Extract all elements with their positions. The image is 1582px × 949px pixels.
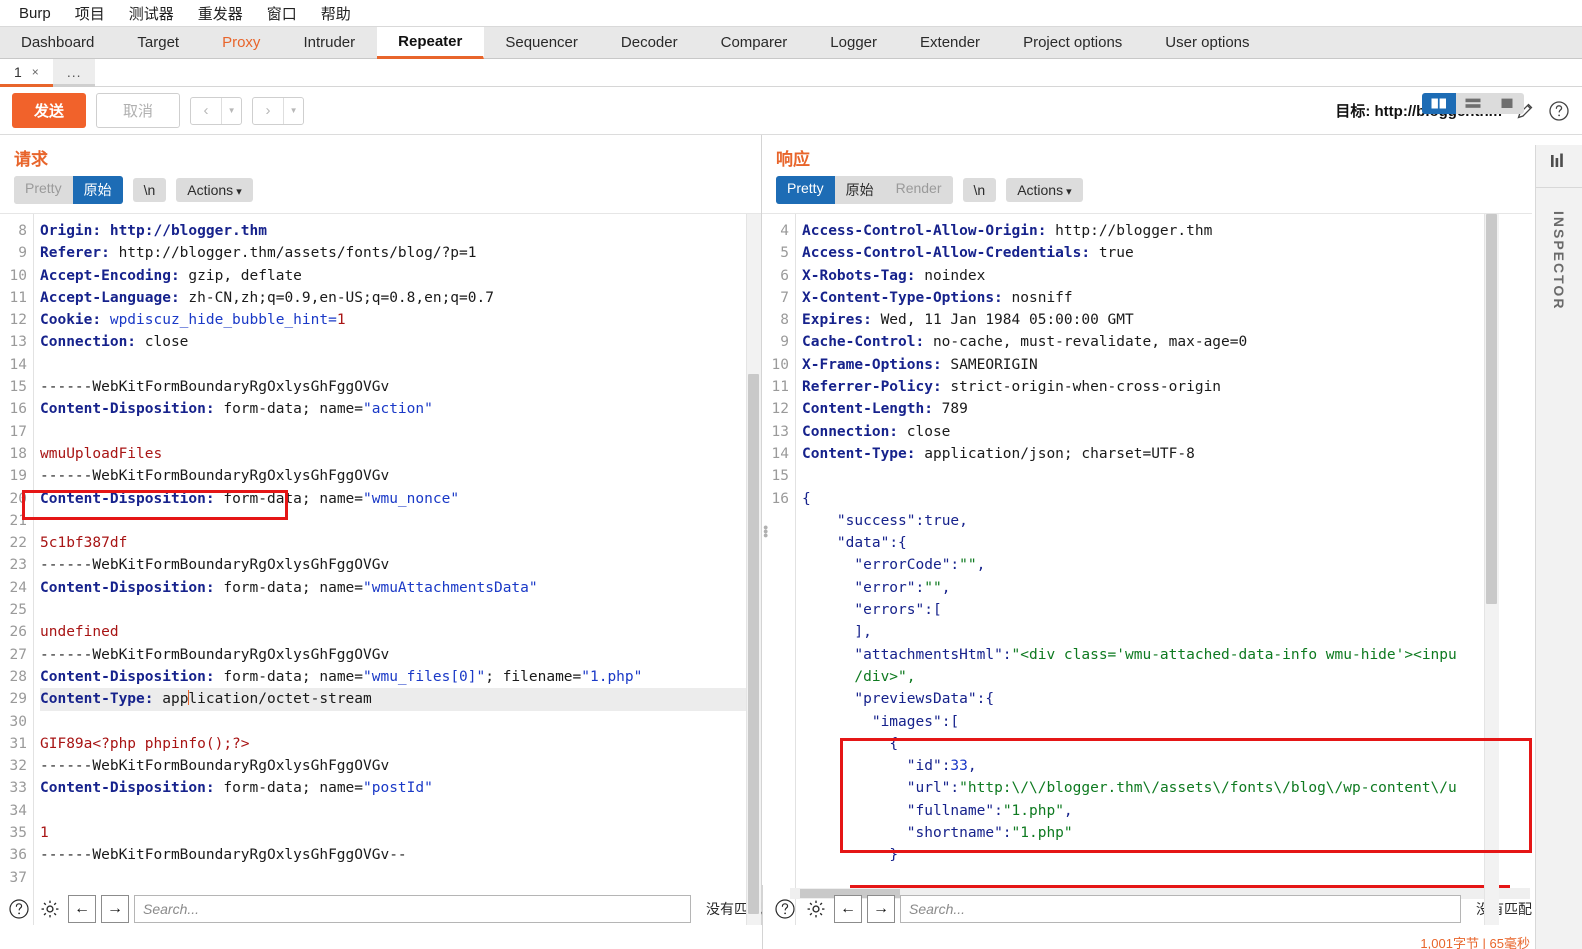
menu-bar: Burp 项目 测试器 重发器 窗口 帮助 — [0, 0, 1582, 27]
tab-user-options[interactable]: User options — [1144, 27, 1271, 58]
response-search-status: 没有匹配 — [1476, 901, 1532, 917]
menu-burp[interactable]: Burp — [8, 2, 62, 25]
response-scrollbar-thumb[interactable] — [1486, 214, 1497, 604]
request-actions-segment: Actions — [176, 178, 253, 202]
tab-comparer[interactable]: Comparer — [700, 27, 810, 58]
forward-arrow-icon[interactable]: › — [253, 98, 283, 124]
tab-logger[interactable]: Logger — [809, 27, 899, 58]
tab-proxy[interactable]: Proxy — [201, 27, 282, 58]
request-raw-button[interactable]: 原始 — [72, 176, 123, 204]
close-icon[interactable]: × — [32, 65, 39, 79]
tab-extender[interactable]: Extender — [899, 27, 1002, 58]
help-icon[interactable] — [1548, 100, 1570, 122]
request-search-gear-icon[interactable] — [37, 896, 63, 922]
request-title: 请求 — [14, 150, 48, 169]
request-actions-button[interactable]: Actions — [176, 178, 253, 202]
response-search-prev-button[interactable]: ← — [834, 895, 862, 923]
request-toolbar: Pretty 原始 \n Actions — [0, 174, 761, 213]
response-actions-segment: Actions — [1006, 178, 1083, 202]
tab-repeater[interactable]: Repeater — [377, 27, 485, 59]
response-line-numbers: 4 5 6 7 8 9 10 11 12 13 14 15 16 — [762, 214, 796, 925]
forward-dropdown-icon[interactable]: ▼ — [283, 97, 303, 124]
response-editor[interactable]: 4 5 6 7 8 9 10 11 12 13 14 15 16 Access-Control-Allo… — [762, 213, 1532, 925]
tab-project-options[interactable]: Project options — [1002, 27, 1144, 58]
tab-dashboard[interactable]: Dashboard — [0, 27, 116, 58]
request-newline-button[interactable]: \n — [132, 178, 167, 202]
columns-icon — [1431, 98, 1446, 109]
menu-window[interactable]: 窗口 — [256, 0, 308, 27]
response-search-next-button[interactable]: → — [867, 895, 895, 923]
request-pretty-button[interactable]: Pretty — [14, 176, 73, 204]
tab-target[interactable]: Target — [116, 27, 201, 58]
response-actions-button[interactable]: Actions — [1006, 178, 1083, 202]
response-toolbar: Pretty 原始 Render \n Actions — [762, 174, 1532, 213]
repeater-tab-bar: 1 × ... — [0, 59, 1582, 87]
repeater-tab-label: 1 — [14, 63, 22, 80]
request-newline-segment: \n — [132, 178, 167, 202]
forward-split-button[interactable]: › ▼ — [252, 96, 305, 125]
response-pane: 响应 Pretty 原始 Render \n Actions 456789101… — [762, 135, 1532, 925]
view-side-by-side-button[interactable] — [1422, 93, 1456, 114]
menu-tester[interactable]: 测试器 — [118, 0, 185, 27]
menu-help[interactable]: 帮助 — [310, 0, 362, 27]
view-mode-toggle — [1422, 93, 1524, 114]
response-pretty-button[interactable]: Pretty — [776, 176, 835, 204]
request-pane: 请求 Pretty 原始 \n Actions 8910111213141516… — [0, 135, 762, 925]
response-view-segment: Pretty 原始 Render — [776, 176, 953, 204]
tab-sequencer[interactable]: Sequencer — [484, 27, 600, 58]
send-button[interactable]: 发送 — [12, 93, 87, 128]
inspector-bars-icon — [1550, 153, 1568, 172]
burp-suite-window: Burp 项目 测试器 重发器 窗口 帮助 Dashboard Target P… — [0, 0, 1582, 949]
response-code-area[interactable]: Access-Control-Allow-Origin: http://blog… — [796, 214, 1532, 925]
request-view-segment: Pretty 原始 — [14, 176, 123, 204]
action-bar: 发送 取消 ‹ ▼ › ▼ 目标: http://blogger.thm — [0, 87, 1582, 135]
response-search-gear-icon[interactable] — [803, 896, 829, 922]
request-search-next-button[interactable]: → — [101, 895, 129, 923]
response-newline-button[interactable]: \n — [962, 178, 997, 202]
view-single-button[interactable] — [1490, 93, 1524, 114]
inspector-label: INSPECTOR — [1551, 211, 1567, 311]
request-editor[interactable]: 8 9 10 11 12 13 14 15 16 17 18 19 20 21 22 23 24 25 26 27 28… — [0, 213, 761, 925]
request-search-prev-button[interactable]: ← — [68, 895, 96, 923]
cancel-button[interactable]: 取消 — [96, 93, 181, 128]
response-search-help-icon[interactable] — [772, 896, 798, 922]
single-pane-icon — [1501, 98, 1513, 108]
repeater-tab-1[interactable]: 1 × — [0, 59, 53, 87]
response-render-button[interactable]: Render — [884, 176, 953, 204]
pane-divider-handle[interactable]: ● ● ● — [763, 523, 768, 540]
inspector-divider — [1536, 187, 1582, 188]
repeater-tab-add[interactable]: ... — [52, 59, 96, 87]
request-search-input[interactable] — [134, 895, 691, 923]
menu-repeater[interactable]: 重发器 — [187, 0, 254, 27]
request-code-area[interactable]: Origin: http://blogger.thm Referer: http:… — [34, 214, 761, 925]
back-dropdown-icon[interactable]: ▼ — [221, 97, 241, 124]
response-newline-segment: \n — [962, 178, 997, 202]
editor-panes: 请求 Pretty 原始 \n Actions 8910111213141516… — [0, 93, 1582, 925]
response-search-bar: ← → 没有匹配 — [772, 893, 1532, 925]
rows-icon — [1465, 98, 1481, 108]
main-tab-bar: Dashboard Target Proxy Intruder Repeater… — [0, 27, 1582, 59]
response-highlight-edge — [850, 885, 1510, 888]
search-bars: ← → 没有匹配 ← → 没有匹配 — [0, 885, 1582, 949]
request-line-numbers: 8 9 10 11 12 13 14 15 16 17 18 19 20 21 22 23 24 25 26 27 28… — [0, 214, 34, 925]
repeater-tab-more-label: ... — [66, 63, 82, 80]
view-stacked-button[interactable] — [1456, 93, 1490, 114]
menu-project[interactable]: 项目 — [64, 0, 116, 27]
inspector-rail[interactable]: INSPECTOR — [1535, 145, 1582, 949]
response-search-input[interactable] — [900, 895, 1461, 923]
back-split-button[interactable]: ‹ ▼ — [190, 96, 243, 125]
request-scrollbar-thumb[interactable] — [748, 374, 759, 914]
request-search-help-icon[interactable] — [6, 896, 32, 922]
tab-decoder[interactable]: Decoder — [600, 27, 700, 58]
back-arrow-icon[interactable]: ‹ — [191, 98, 221, 124]
response-raw-button[interactable]: 原始 — [834, 176, 885, 204]
request-search-bar: ← → 没有匹配 — [6, 893, 762, 925]
response-title: 响应 — [776, 150, 810, 169]
tab-intruder[interactable]: Intruder — [282, 27, 377, 58]
status-bar-text: 1,001字节 | 65毫秒 — [1420, 936, 1530, 949]
search-divider — [762, 885, 763, 949]
